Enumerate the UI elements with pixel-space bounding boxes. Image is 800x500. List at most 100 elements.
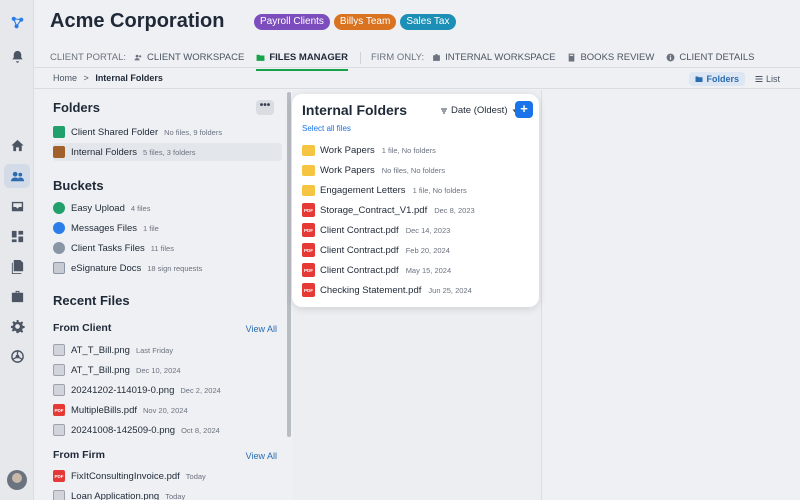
tab-label: CLIENT DETAILS	[679, 52, 755, 63]
item-meta: No files, No folders	[381, 165, 446, 175]
bucket-name: Easy Upload	[71, 202, 125, 214]
folder-icon	[256, 54, 265, 61]
dashboard-icon[interactable]	[9, 228, 25, 244]
tab-client-workspace[interactable]: CLIENT WORKSPACE	[134, 52, 244, 63]
file-row[interactable]: PDF Client Contract.pdf May 15, 2024	[302, 262, 451, 278]
list-view-button[interactable]: List	[749, 72, 786, 86]
item-name: Checking Statement.pdf	[320, 284, 422, 296]
breadcrumb-current: Internal Folders	[95, 73, 163, 83]
file-date: Last Friday	[135, 345, 174, 355]
file-row[interactable]: PDF Storage_Contract_V1.pdf Dec 8, 2023	[302, 202, 475, 218]
recent-file-item[interactable]: AT_T_Bill.png Last Friday	[53, 341, 282, 359]
bucket-name: Messages Files	[71, 222, 137, 234]
add-button[interactable]: +	[515, 101, 533, 118]
item-meta: Feb 20, 2024	[405, 245, 450, 255]
tag-badge[interactable]: Payroll Clients	[254, 14, 330, 30]
bucket-meta: 11 files	[150, 243, 174, 253]
message-icon	[53, 222, 65, 234]
more-options-button[interactable]: •••	[256, 100, 274, 115]
buckets-title: Buckets	[53, 178, 104, 193]
file-name: AT_T_Bill.png	[71, 344, 130, 356]
file-row[interactable]: PDF Client Contract.pdf Dec 14, 2023	[302, 222, 450, 238]
recent-file-item[interactable]: 20241202-114019-0.png Dec 2, 2024	[53, 381, 282, 399]
image-file-icon	[53, 364, 65, 376]
folders-panel: Folders ••• Client Shared Folder No file…	[44, 90, 286, 500]
integrations-icon[interactable]	[9, 348, 25, 364]
file-date: Oct 8, 2024	[181, 425, 220, 435]
from-firm-view-all-link[interactable]: View All	[246, 451, 277, 461]
breadcrumb-separator: >	[83, 73, 89, 83]
bucket-meta: 4 files	[130, 203, 151, 213]
folder-row[interactable]: Engagement Letters 1 file, No folders	[302, 182, 467, 198]
tab-internal-workspace[interactable]: INTERNAL WORKSPACE	[432, 52, 555, 63]
tasks-icon	[53, 242, 65, 254]
bucket-meta: 18 sign requests	[147, 263, 203, 273]
tab-label: CLIENT WORKSPACE	[147, 52, 245, 63]
pdf-file-icon: PDF	[53, 470, 65, 482]
page-header: Acme Corporation Payroll Clients Billys …	[34, 0, 800, 71]
bucket-item[interactable]: Easy Upload 4 files	[53, 199, 282, 217]
folder-name: Internal Folders	[71, 146, 138, 158]
recent-file-item[interactable]: AT_T_Bill.png Dec 10, 2024	[53, 361, 282, 379]
shared-folder-icon	[53, 126, 65, 138]
breadcrumb: Home > Internal Folders	[53, 73, 163, 83]
folder-item[interactable]: Internal Folders 5 files, 3 folders	[53, 143, 282, 161]
logo-icon[interactable]	[9, 14, 25, 30]
sort-dropdown[interactable]: Date (Oldest)	[440, 105, 519, 116]
client-tags: Payroll Clients Billys Team Sales Tax	[254, 14, 456, 30]
documents-icon[interactable]	[9, 258, 25, 274]
pdf-file-icon: PDF	[302, 203, 315, 217]
folder-item[interactable]: Client Shared Folder No files, 9 folders	[53, 123, 282, 141]
from-firm-title: From Firm	[53, 449, 105, 461]
item-meta: Jun 25, 2024	[428, 285, 472, 295]
view-toggle: Folders List	[689, 72, 786, 86]
tab-label: BOOKS REVIEW	[580, 52, 655, 63]
item-name: Work Papers	[320, 164, 375, 176]
gear-icon[interactable]	[9, 318, 25, 334]
folder-icon	[302, 164, 315, 176]
item-meta: Dec 14, 2023	[405, 225, 451, 235]
from-client-view-all-link[interactable]: View All	[246, 324, 277, 334]
panel-scrollbar[interactable]	[287, 92, 291, 437]
recent-file-item[interactable]: PDF FixItConsultingInvoice.pdf Today	[53, 467, 282, 485]
file-date: Nov 20, 2024	[143, 405, 188, 415]
bucket-item[interactable]: Messages Files 1 file	[53, 219, 282, 237]
inbox-icon[interactable]	[9, 198, 25, 214]
folder-row[interactable]: Work Papers 1 file, No folders	[302, 142, 436, 158]
home-icon[interactable]	[9, 137, 25, 153]
item-name: Client Contract.pdf	[320, 264, 399, 276]
file-row[interactable]: PDF Client Contract.pdf Feb 20, 2024	[302, 242, 450, 258]
item-name: Work Papers	[320, 144, 375, 156]
sort-label: Date (Oldest)	[451, 105, 508, 116]
folders-view-button[interactable]: Folders	[689, 72, 745, 86]
tag-badge[interactable]: Sales Tax	[400, 14, 456, 30]
bucket-name: Client Tasks Files	[71, 242, 145, 254]
tab-client-details[interactable]: CLIENT DETAILS	[666, 52, 755, 63]
tab-books-review[interactable]: BOOKS REVIEW	[567, 52, 654, 63]
tab-label: FILES MANAGER	[269, 52, 348, 63]
file-name: FixItConsultingInvoice.pdf	[71, 470, 180, 482]
folder-meta: No files, 9 folders	[164, 127, 223, 137]
tag-badge[interactable]: Billys Team	[333, 14, 397, 30]
bell-icon[interactable]	[9, 48, 25, 64]
select-all-link[interactable]: Select all files	[302, 124, 351, 133]
recent-file-item[interactable]: 20241008-142509-0.png Oct 8, 2024	[53, 421, 282, 439]
item-meta: May 15, 2024	[405, 265, 452, 275]
bucket-item[interactable]: eSignature Docs 18 sign requests	[53, 259, 282, 277]
folder-meta: 5 files, 3 folders	[143, 147, 196, 157]
pdf-file-icon: PDF	[302, 283, 315, 297]
user-avatar[interactable]	[7, 470, 27, 490]
clients-icon[interactable]	[4, 164, 30, 188]
file-name: 20241202-114019-0.png	[71, 384, 175, 396]
bucket-item[interactable]: Client Tasks Files 11 files	[53, 239, 282, 257]
briefcase-icon[interactable]	[9, 288, 25, 304]
tab-files-manager[interactable]: FILES MANAGER	[256, 52, 348, 71]
info-icon	[666, 53, 675, 62]
folder-row[interactable]: Work Papers No files, No folders	[302, 162, 445, 178]
breadcrumb-home[interactable]: Home	[53, 73, 77, 83]
item-name: Storage_Contract_V1.pdf	[320, 204, 428, 216]
recent-file-item[interactable]: Loan Application.png Today	[53, 487, 282, 500]
pdf-file-icon: PDF	[302, 223, 315, 237]
recent-file-item[interactable]: PDF MultipleBills.pdf Nov 20, 2024	[53, 401, 282, 419]
file-row[interactable]: PDF Checking Statement.pdf Jun 25, 2024	[302, 282, 472, 298]
